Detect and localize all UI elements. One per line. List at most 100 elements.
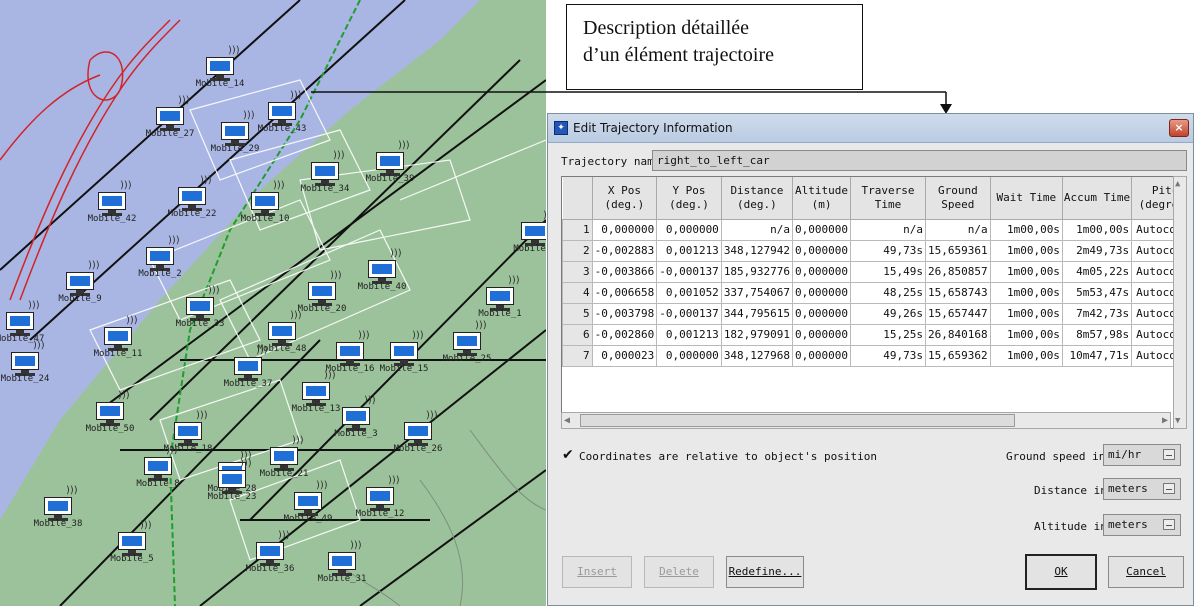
- mobile-node[interactable]: ))) Mobile_50: [86, 390, 135, 436]
- mobile-node[interactable]: ))) Mobile_38: [34, 485, 83, 531]
- scroll-up-icon[interactable]: ▲: [1175, 179, 1180, 189]
- cancel-button[interactable]: Cancel: [1108, 556, 1184, 588]
- redefine-button[interactable]: Redefine...: [726, 556, 804, 588]
- column-header[interactable]: Altitude (m): [792, 177, 852, 220]
- table-cell[interactable]: 1m00,00s: [989, 239, 1063, 262]
- table-cell[interactable]: 1m00,00s: [989, 323, 1063, 346]
- mobile-node[interactable]: ))) Mobile_39: [366, 140, 415, 186]
- table-cell[interactable]: 0,000000: [792, 239, 852, 262]
- mobile-node[interactable]: ))) Mobile_20: [298, 270, 347, 316]
- table-cell[interactable]: 0,000000: [792, 323, 852, 346]
- table-row[interactable]: 6 -0,002860 0,001213 182,979091 0,000000 15,2…: [562, 323, 1186, 346]
- table-row[interactable]: 1 0,000000 0,000000 n/a 0,000000 n/a n/a 1m00,0…: [562, 218, 1186, 241]
- table-cell[interactable]: 185,932776: [720, 260, 794, 283]
- table-row[interactable]: 5 -0,003798 -0,000137 344,795615 0,000000 49,…: [562, 302, 1186, 325]
- table-cell[interactable]: 15,657447: [925, 302, 991, 325]
- table-cell[interactable]: 0,000023: [591, 344, 658, 367]
- table-cell[interactable]: 49,73s: [850, 239, 927, 262]
- ground-speed-select[interactable]: mi/hr: [1103, 444, 1181, 466]
- mobile-node[interactable]: ))) Mobile_42: [88, 180, 137, 226]
- mobile-node[interactable]: ))) Mobile_15: [380, 330, 429, 376]
- column-header[interactable]: Traverse Time: [850, 177, 927, 220]
- mobile-node[interactable]: ))) Mobile_3: [334, 395, 377, 441]
- table-cell[interactable]: 49,26s: [850, 302, 927, 325]
- mobile-node[interactable]: ))) Mobile_48: [258, 310, 307, 356]
- table-row[interactable]: 7 0,000023 0,000000 348,127968 0,000000 49,73…: [562, 344, 1186, 367]
- table-cell[interactable]: 337,754067: [720, 281, 794, 304]
- mobile-node[interactable]: ))) Mobile_10: [241, 180, 290, 226]
- mobile-node[interactable]: ))) Mobile_34: [301, 150, 350, 196]
- table-cell[interactable]: 1m00,00s: [989, 260, 1063, 283]
- table-cell[interactable]: 0,001213: [656, 239, 722, 262]
- table-cell[interactable]: 10m47,71s: [1061, 344, 1133, 367]
- mobile-node[interactable]: ))) Mobile_8: [136, 445, 179, 491]
- table-cell[interactable]: 1m00,00s: [989, 281, 1063, 304]
- table-cell[interactable]: -0,002883: [591, 239, 658, 262]
- table-cell[interactable]: 0,000000: [792, 281, 852, 304]
- table-cell[interactable]: 4m05,22s: [1061, 260, 1133, 283]
- mobile-node[interactable]: ))) Mobile_40: [358, 248, 407, 294]
- horizontal-scrollbar[interactable]: ◀ ▶: [561, 412, 1171, 429]
- vertical-scrollbar[interactable]: ▲ ▼: [1173, 176, 1187, 429]
- table-cell[interactable]: 0,000000: [591, 218, 658, 241]
- mobile-node[interactable]: ))) Mobile_1: [478, 275, 521, 321]
- table-cell[interactable]: 1m00,00s: [989, 344, 1063, 367]
- table-cell[interactable]: 1m00,00s: [989, 218, 1063, 241]
- insert-button[interactable]: Insert: [562, 556, 632, 588]
- mobile-node[interactable]: ))) Mobile_22: [168, 175, 217, 221]
- column-header[interactable]: Ground Speed: [925, 177, 991, 220]
- column-header[interactable]: [562, 177, 593, 220]
- table-cell[interactable]: -0,003866: [591, 260, 658, 283]
- table-cell[interactable]: n/a: [720, 218, 794, 241]
- table-cell[interactable]: -0,000137: [656, 302, 722, 325]
- column-header[interactable]: Distance (deg.): [721, 177, 794, 220]
- table-cell[interactable]: 7m42,73s: [1061, 302, 1133, 325]
- mobile-node[interactable]: ))) Mobile_9: [58, 260, 101, 306]
- table-cell[interactable]: 15,49s: [850, 260, 927, 283]
- table-cell[interactable]: 344,795615: [720, 302, 794, 325]
- delete-button[interactable]: Delete: [644, 556, 714, 588]
- table-cell[interactable]: 5m53,47s: [1061, 281, 1133, 304]
- scroll-down-icon[interactable]: ▼: [1175, 416, 1180, 426]
- mobile-node[interactable]: ))) Mobile_37: [224, 345, 273, 391]
- table-cell[interactable]: 15,25s: [850, 323, 927, 346]
- dialog-titlebar[interactable]: ✦ Edit Trajectory Information ×: [548, 114, 1193, 143]
- table-cell[interactable]: n/a: [850, 218, 927, 241]
- table-cell[interactable]: 8m57,98s: [1061, 323, 1133, 346]
- table-cell[interactable]: -0,002860: [591, 323, 658, 346]
- trajectory-name-field[interactable]: right_to_left_car: [652, 150, 1187, 171]
- table-cell[interactable]: 49,73s: [850, 344, 927, 367]
- table-cell[interactable]: 1m00,00s: [989, 302, 1063, 325]
- close-button[interactable]: ×: [1169, 119, 1189, 137]
- table-cell[interactable]: 15,658743: [925, 281, 991, 304]
- table-cell[interactable]: 0,001213: [656, 323, 722, 346]
- relative-coordinates-checkbox[interactable]: ✔: [562, 448, 576, 462]
- column-header[interactable]: Y Pos (deg.): [656, 177, 722, 220]
- mobile-node[interactable]: ))) Mobile_11: [94, 315, 143, 361]
- mobile-node[interactable]: ))) Mobile_24: [1, 340, 50, 386]
- altitude-select[interactable]: meters: [1103, 514, 1181, 536]
- distance-select[interactable]: meters: [1103, 478, 1181, 500]
- mobile-node[interactable]: ))) Mobile_26: [394, 410, 443, 456]
- table-cell[interactable]: 348,127942: [720, 239, 794, 262]
- table-row[interactable]: 2 -0,002883 0,001213 348,127942 0,000000 49,7…: [562, 239, 1186, 262]
- table-cell[interactable]: 15,659361: [925, 239, 991, 262]
- table-cell[interactable]: 26,850857: [925, 260, 991, 283]
- table-cell[interactable]: 15,659362: [925, 344, 991, 367]
- table-cell[interactable]: 0,000000: [792, 344, 852, 367]
- table-cell[interactable]: n/a: [925, 218, 991, 241]
- table-cell[interactable]: -0,006658: [591, 281, 658, 304]
- table-cell[interactable]: -0,000137: [656, 260, 722, 283]
- scroll-left-icon[interactable]: ◀: [564, 415, 570, 426]
- table-cell[interactable]: 0,000000: [656, 218, 722, 241]
- column-header[interactable]: Accum Time: [1062, 177, 1133, 220]
- mobile-node[interactable]: ))) Mobile_12: [356, 475, 405, 521]
- table-cell[interactable]: 348,127968: [720, 344, 794, 367]
- table-cell[interactable]: 1m00,00s: [1061, 218, 1133, 241]
- table-cell[interactable]: 182,979091: [720, 323, 794, 346]
- column-header[interactable]: X Pos (deg.): [592, 177, 658, 220]
- mobile-node[interactable]: ))) Mobile_2: [138, 235, 181, 281]
- mobile-node[interactable]: ))) Mobile_25: [443, 320, 492, 366]
- mobile-node[interactable]: ))) Mobile_4: [513, 210, 546, 256]
- table-cell[interactable]: 0,000000: [792, 260, 852, 283]
